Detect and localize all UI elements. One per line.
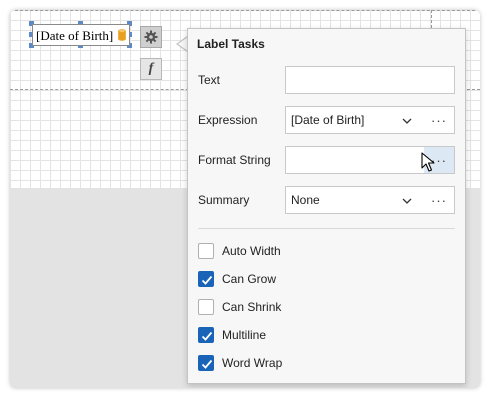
label-control-text: [Date of Birth] [36, 28, 114, 43]
divider [198, 228, 455, 229]
report-designer-window: [Date of Birth] f Label Tasks Text Expre… [10, 10, 480, 388]
multiline-checkbox[interactable] [198, 327, 214, 343]
summary-combobox[interactable]: None ··· [285, 186, 455, 214]
text-input[interactable] [285, 66, 455, 94]
summary-label: Summary [198, 193, 250, 207]
word-wrap-checkbox[interactable] [198, 355, 214, 371]
can-shrink-label: Can Shrink [222, 300, 282, 314]
smart-tag-button[interactable] [140, 26, 162, 48]
panel-title: Label Tasks [197, 37, 265, 51]
mouse-pointer-icon [421, 152, 435, 172]
chevron-down-icon[interactable] [401, 195, 413, 207]
checkmark-icon [201, 331, 213, 341]
expression-label: Expression [198, 113, 258, 127]
label-control[interactable]: [Date of Birth] [32, 24, 130, 46]
summary-value: None [291, 193, 320, 207]
word-wrap-label: Word Wrap [222, 356, 283, 370]
auto-width-label: Auto Width [222, 244, 281, 258]
multiline-label: Multiline [222, 328, 267, 342]
summary-ellipsis-button[interactable]: ··· [424, 187, 454, 213]
checkmark-icon [201, 359, 213, 369]
text-label: Text [198, 73, 221, 87]
label-tasks-panel: Label Tasks Text Expression [Date of Bir… [187, 28, 466, 384]
expression-ellipsis-button[interactable]: ··· [424, 107, 454, 133]
top-margin-line [10, 10, 480, 11]
can-grow-label: Can Grow [222, 272, 277, 286]
auto-width-checkbox[interactable] [198, 243, 214, 259]
expression-combobox[interactable]: [Date of Birth] ··· [285, 106, 455, 134]
chevron-down-icon[interactable] [401, 115, 413, 127]
format-string-label: Format String [198, 153, 271, 167]
database-icon [118, 29, 126, 41]
checkmark-icon [201, 275, 213, 285]
expression-editor-button[interactable]: f [140, 58, 162, 80]
can-shrink-checkbox[interactable] [198, 299, 214, 315]
expression-value: [Date of Birth] [291, 113, 365, 127]
gear-icon [144, 30, 158, 44]
can-grow-checkbox[interactable] [198, 271, 214, 287]
